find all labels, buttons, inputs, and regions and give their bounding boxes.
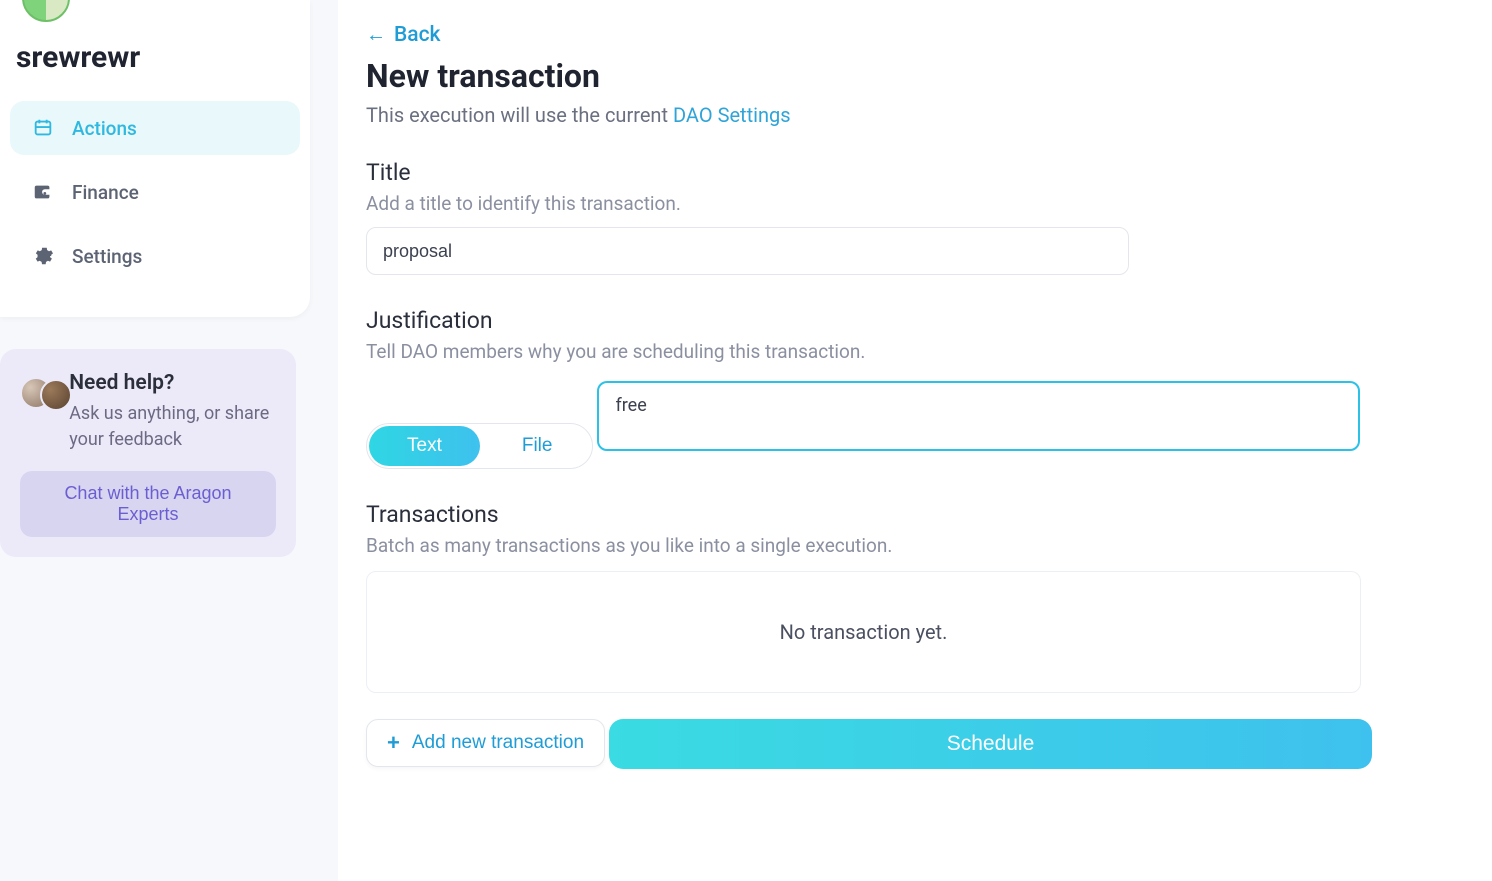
sidebar-item-finance[interactable]: Finance — [10, 165, 300, 219]
add-transaction-label: Add new transaction — [412, 732, 584, 754]
transactions-heading: Transactions — [366, 501, 1492, 528]
page-subtitle-prefix: This execution will use the current — [366, 103, 673, 127]
sidebar-item-actions[interactable]: Actions — [10, 101, 300, 155]
help-title: Need help? — [69, 371, 276, 395]
back-link[interactable]: ← Back — [366, 22, 441, 47]
transactions-empty-text: No transaction yet. — [780, 620, 948, 644]
justification-section: Justification Tell DAO members why you a… — [366, 307, 1492, 469]
justification-heading: Justification — [366, 307, 1492, 334]
justification-desc: Tell DAO members why you are scheduling … — [366, 340, 1492, 363]
title-input[interactable] — [366, 227, 1129, 275]
avatar — [40, 379, 72, 411]
page-title: New transaction — [366, 57, 1492, 95]
dao-settings-link[interactable]: DAO Settings — [673, 103, 791, 127]
plus-icon: + — [387, 730, 400, 756]
wallet-icon — [32, 181, 54, 203]
toggle-text-option[interactable]: Text — [369, 426, 480, 466]
sidebar-item-label: Settings — [72, 245, 142, 268]
sidebar: srewrewr Actions Finance — [0, 0, 310, 881]
dao-logo — [22, 0, 70, 22]
page-subtitle: This execution will use the current DAO … — [366, 103, 1492, 127]
title-section: Title Add a title to identify this trans… — [366, 159, 1492, 275]
transactions-section: Transactions Batch as many transactions … — [366, 501, 1492, 769]
title-heading: Title — [366, 159, 1492, 186]
sidebar-item-settings[interactable]: Settings — [10, 229, 300, 283]
dao-name: srewrewr — [16, 40, 300, 75]
transactions-empty-box: No transaction yet. — [366, 571, 1361, 693]
help-avatars — [20, 377, 55, 413]
add-transaction-button[interactable]: + Add new transaction — [366, 719, 605, 767]
sidebar-item-label: Actions — [72, 117, 137, 140]
schedule-button[interactable]: Schedule — [609, 719, 1372, 769]
actions-icon — [32, 117, 54, 139]
transactions-desc: Batch as many transactions as you like i… — [366, 534, 1492, 557]
toggle-file-option[interactable]: File — [482, 424, 593, 468]
main-content: ← Back New transaction This execution wi… — [338, 0, 1492, 881]
justification-mode-toggle: Text File — [366, 423, 593, 469]
help-card: Need help? Ask us anything, or share you… — [0, 349, 296, 557]
justification-input[interactable] — [597, 381, 1360, 451]
title-desc: Add a title to identify this transaction… — [366, 192, 1492, 215]
arrow-left-icon: ← — [366, 22, 386, 47]
gear-icon — [32, 245, 54, 267]
help-chat-button[interactable]: Chat with the Aragon Experts — [20, 471, 276, 537]
back-label: Back — [394, 23, 441, 47]
help-subtitle: Ask us anything, or share your feedback — [69, 401, 276, 453]
sidebar-item-label: Finance — [72, 181, 139, 204]
sidebar-card: srewrewr Actions Finance — [0, 0, 310, 317]
